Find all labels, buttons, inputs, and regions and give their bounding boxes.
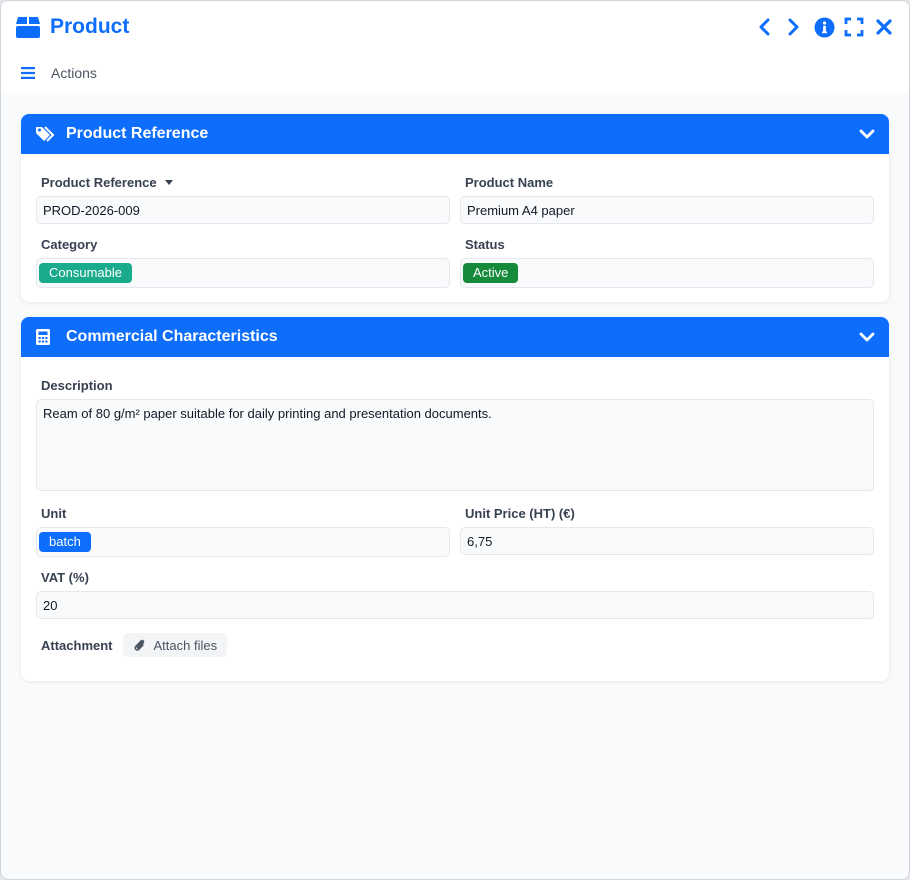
category-field: Category Consumable — [36, 236, 450, 288]
product-name-field: Product Name Premium A4 paper — [460, 174, 874, 224]
unit-price-field: Unit Price (HT) (€) 6,75 — [460, 505, 874, 557]
status-label: Status — [465, 236, 505, 252]
status-select[interactable]: Active — [460, 258, 874, 288]
product-name-label: Product Name — [465, 174, 554, 190]
section-title: Commercial Characteristics — [66, 328, 278, 345]
commercial-characteristics-body: Description Ream of 80 g/m² paper suitab… — [21, 357, 889, 681]
product-window: Product Actions Product Reference Produc… — [0, 0, 910, 880]
form-row: Unit batch Unit Price (HT) (€) 6,75 — [36, 505, 874, 557]
commercial-characteristics-section: Commercial Characteristics Description R… — [21, 317, 889, 681]
product-reference-body: Product Reference PROD-2026-009 Product … — [21, 154, 889, 302]
tags-icon — [35, 125, 57, 143]
product-reference-label: Product Reference — [41, 174, 157, 190]
actions-menu-button[interactable]: Actions — [51, 65, 97, 81]
caret-down-icon[interactable] — [164, 179, 173, 185]
chevron-down-icon[interactable] — [859, 329, 875, 345]
product-reference-field: Product Reference PROD-2026-009 — [36, 174, 450, 224]
unit-badge: batch — [39, 532, 91, 552]
hamburger-menu-icon[interactable] — [21, 67, 35, 79]
window-header: Product Actions — [1, 1, 909, 93]
category-select[interactable]: Consumable — [36, 258, 450, 288]
description-label: Description — [41, 377, 113, 393]
vat-field: VAT (%) 20 — [36, 569, 874, 619]
unit-field: Unit batch — [36, 505, 450, 557]
unit-label: Unit — [41, 505, 67, 521]
description-field: Description Ream of 80 g/m² paper suitab… — [36, 377, 874, 491]
product-reference-header[interactable]: Product Reference — [21, 114, 889, 154]
close-icon[interactable] — [873, 16, 895, 38]
paperclip-icon — [133, 638, 145, 652]
section-title: Product Reference — [66, 125, 209, 142]
form-content: Product Reference Product Reference PROD… — [1, 93, 909, 681]
description-textarea[interactable]: Ream of 80 g/m² paper suitable for daily… — [36, 399, 874, 491]
calculator-icon — [35, 328, 57, 346]
chevron-right-icon[interactable] — [783, 16, 805, 38]
status-badge: Active — [463, 263, 519, 283]
form-row: VAT (%) 20 — [36, 569, 874, 619]
category-label: Category — [41, 236, 98, 252]
actions-bar: Actions — [1, 53, 909, 93]
form-row: Description Ream of 80 g/m² paper suitab… — [36, 377, 874, 491]
title-bar: Product — [1, 1, 909, 53]
fullscreen-icon[interactable] — [843, 16, 865, 38]
product-reference-section: Product Reference Product Reference PROD… — [21, 114, 889, 302]
category-badge: Consumable — [39, 263, 132, 283]
window-title: Product — [50, 15, 130, 38]
product-reference-input[interactable]: PROD-2026-009 — [36, 196, 450, 224]
form-row: Product Reference PROD-2026-009 Product … — [36, 174, 874, 224]
attachment-row: Attachment Attach files — [36, 633, 874, 657]
attach-files-button[interactable]: Attach files — [122, 633, 228, 657]
window-controls — [753, 16, 895, 38]
status-field: Status Active — [460, 236, 874, 288]
unit-price-label: Unit Price (HT) (€) — [465, 505, 575, 521]
unit-price-input[interactable]: 6,75 — [460, 527, 874, 555]
unit-select[interactable]: batch — [36, 527, 450, 557]
attachment-label: Attachment — [41, 637, 113, 653]
info-icon[interactable] — [813, 16, 835, 38]
attach-files-label: Attach files — [153, 637, 218, 653]
box-icon — [15, 14, 41, 40]
vat-label: VAT (%) — [41, 569, 89, 585]
commercial-characteristics-header[interactable]: Commercial Characteristics — [21, 317, 889, 357]
chevron-left-icon[interactable] — [753, 16, 775, 38]
product-name-input[interactable]: Premium A4 paper — [460, 196, 874, 224]
form-row: Category Consumable Status Active — [36, 236, 874, 288]
field-label: Product Reference — [36, 174, 450, 190]
chevron-down-icon[interactable] — [859, 126, 875, 142]
vat-input[interactable]: 20 — [36, 591, 874, 619]
